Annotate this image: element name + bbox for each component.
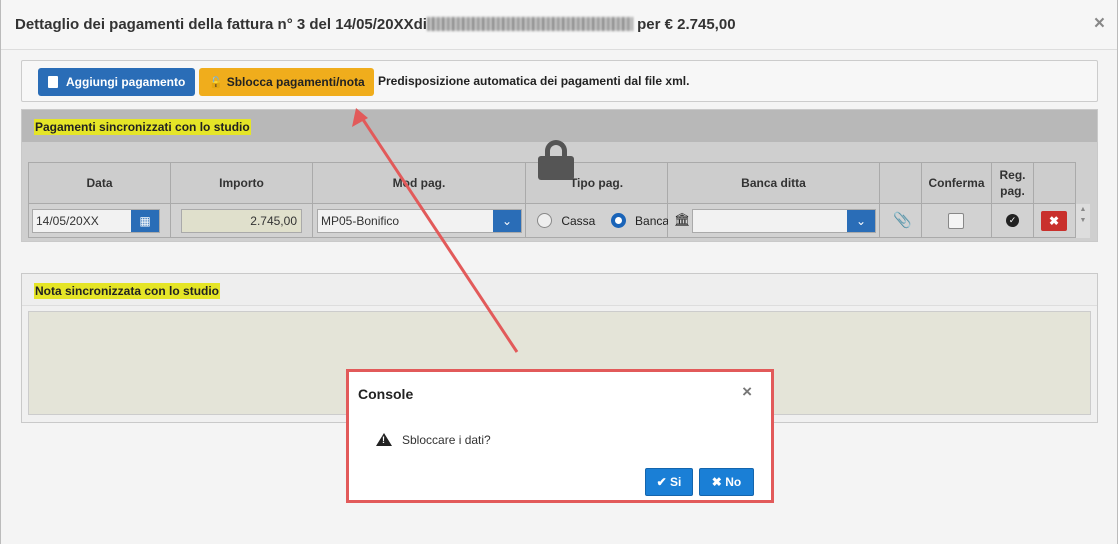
check-circle-icon: ✓ bbox=[1006, 214, 1019, 227]
payment-mode-select[interactable]: MP05-Bonifico ⌄ bbox=[317, 209, 522, 233]
modal-title: Dettaglio dei pagamenti della fattura n°… bbox=[15, 16, 736, 33]
column-header: Data bbox=[28, 162, 171, 204]
payments-panel-title: Pagamenti sincronizzati con lo studio bbox=[34, 119, 251, 135]
column-header: Mod pag. bbox=[312, 162, 526, 204]
chevron-down-icon[interactable]: ⌄ bbox=[493, 210, 521, 232]
column-header bbox=[879, 162, 922, 204]
amount-input[interactable]: 2.745,00 bbox=[181, 209, 302, 233]
table-scrollbar[interactable]: ▲ ▼ bbox=[1076, 204, 1090, 238]
column-header: Importo bbox=[170, 162, 313, 204]
unlock-icon: 🔓 bbox=[209, 77, 223, 89]
dialog-message-text: Sbloccare i dati? bbox=[402, 433, 491, 447]
close-icon: ✖ bbox=[711, 475, 726, 489]
date-value: 14/05/20XX bbox=[36, 214, 99, 228]
table-row: 14/05/20XX ▦ 2.745,00 MP05-Bonifico ⌄ Ca… bbox=[28, 203, 1076, 238]
amount-value: 2.745,00 bbox=[250, 214, 297, 228]
modal-title-suffix: per € 2.745,00 bbox=[637, 16, 736, 33]
warning-icon bbox=[376, 433, 392, 446]
confirm-checkbox[interactable] bbox=[948, 213, 964, 229]
dialog-close-button[interactable]: × bbox=[742, 382, 752, 402]
unlock-payments-label: Sblocca pagamenti/nota bbox=[226, 75, 365, 89]
dialog-message: Sbloccare i dati? bbox=[376, 433, 491, 447]
modal-title-prefix: Dettaglio dei pagamenti della fattura n°… bbox=[15, 16, 427, 33]
redacted-company-name bbox=[426, 17, 633, 31]
check-icon: ✔ bbox=[656, 475, 671, 489]
add-payment-label: Aggiungi pagamento bbox=[66, 75, 186, 89]
delete-row-button[interactable]: ✖ bbox=[1041, 211, 1067, 231]
unlock-payments-button[interactable]: 🔓 Sblocca pagamenti/nota bbox=[199, 68, 374, 96]
document-icon bbox=[48, 76, 58, 88]
yes-label: Si bbox=[670, 475, 682, 489]
toolbar: Aggiungi pagamento 🔓 Sblocca pagamenti/no… bbox=[21, 60, 1098, 102]
note-panel-header: Nota sincronizzata con lo studio bbox=[22, 274, 1097, 306]
column-header bbox=[1033, 162, 1076, 204]
bank-select[interactable]: ⌄ bbox=[692, 209, 876, 233]
calendar-icon[interactable]: ▦ bbox=[131, 210, 159, 232]
payment-type-radios: Cassa Banca bbox=[537, 213, 669, 228]
no-label: No bbox=[725, 475, 742, 489]
column-header: Banca ditta bbox=[667, 162, 880, 204]
radio-cassa-label: Cassa bbox=[561, 214, 596, 228]
date-input[interactable]: 14/05/20XX ▦ bbox=[32, 209, 160, 233]
modal-close-button[interactable]: × bbox=[1094, 13, 1105, 35]
lock-icon bbox=[538, 140, 574, 180]
no-button[interactable]: ✖ No bbox=[699, 468, 754, 496]
auto-payments-text: Predisposizione automatica dei pagamenti… bbox=[378, 74, 690, 88]
chevron-down-icon[interactable]: ⌄ bbox=[847, 210, 875, 232]
payments-panel-header: Pagamenti sincronizzati con lo studio bbox=[22, 110, 1097, 142]
yes-button[interactable]: ✔ Si bbox=[645, 468, 693, 496]
note-panel-title: Nota sincronizzata con lo studio bbox=[34, 283, 221, 299]
radio-banca-label: Banca bbox=[635, 214, 670, 228]
dialog-title: Console bbox=[358, 386, 414, 402]
column-header: Conferma bbox=[921, 162, 992, 204]
column-header: Reg. pag. bbox=[991, 162, 1034, 204]
payment-mode-value: MP05-Bonifico bbox=[321, 214, 400, 228]
confirm-dialog: Console × Sbloccare i dati? ✔ Si ✖ No bbox=[346, 369, 774, 503]
paperclip-icon[interactable]: 📎 bbox=[893, 211, 912, 229]
bank-icon: 🏛 bbox=[674, 212, 691, 227]
modal-header: Dettaglio dei pagamenti della fattura n°… bbox=[1, 0, 1117, 50]
add-payment-button[interactable]: Aggiungi pagamento bbox=[38, 68, 195, 96]
radio-banca[interactable] bbox=[610, 213, 626, 228]
radio-cassa[interactable] bbox=[537, 213, 552, 228]
